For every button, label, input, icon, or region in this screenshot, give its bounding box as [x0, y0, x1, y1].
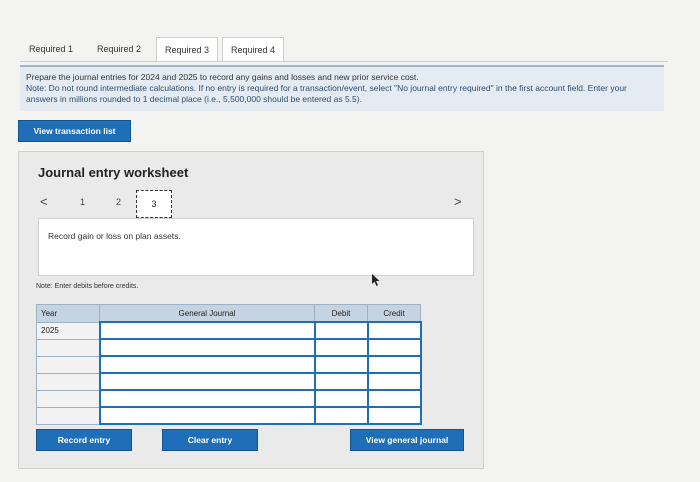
credit-input[interactable]: [366, 338, 422, 357]
worksheet-title: Journal entry worksheet: [38, 165, 189, 180]
table-row: [36, 372, 422, 391]
table-row: [36, 406, 422, 425]
record-entry-button[interactable]: Record entry: [36, 429, 132, 451]
instructions-note: Note: Do not round intermediate calculat…: [26, 83, 627, 104]
table-row: 2025: [36, 321, 422, 340]
tabs-divider: [20, 61, 668, 62]
prev-arrow-icon[interactable]: <: [40, 194, 48, 209]
journal-entry-worksheet: Journal entry worksheet < 1 2 3 > Record…: [18, 151, 484, 469]
tab-required-3[interactable]: Required 3: [156, 37, 218, 61]
credit-input[interactable]: [366, 372, 422, 391]
tab-required-2[interactable]: Required 2: [87, 37, 151, 61]
year-cell: [36, 389, 100, 408]
page-2-button[interactable]: 2: [116, 197, 121, 207]
entry-description: Record gain or loss on plan assets.: [38, 218, 474, 276]
instructions-text: Prepare the journal entries for 2024 and…: [26, 72, 419, 82]
tab-required-1[interactable]: Required 1: [20, 37, 82, 61]
account-input[interactable]: [98, 389, 316, 408]
year-cell: [36, 372, 100, 391]
credit-input[interactable]: [366, 389, 422, 408]
year-cell: [36, 355, 100, 374]
debit-input[interactable]: [313, 338, 369, 357]
page-3-button[interactable]: 3: [136, 190, 172, 218]
view-general-journal-button[interactable]: View general journal: [350, 429, 464, 451]
account-input[interactable]: [98, 321, 316, 340]
instructions-panel: Prepare the journal entries for 2024 and…: [20, 65, 664, 111]
entry-description-text: Record gain or loss on plan assets.: [48, 231, 181, 241]
year-cell: [36, 406, 100, 425]
column-header-general-journal: General Journal: [99, 304, 315, 323]
next-arrow-icon[interactable]: >: [454, 194, 462, 209]
credit-input[interactable]: [366, 355, 422, 374]
debit-input[interactable]: [313, 406, 369, 425]
credit-input[interactable]: [366, 406, 422, 425]
page-1-button[interactable]: 1: [80, 197, 85, 207]
column-header-credit: Credit: [367, 304, 421, 323]
account-input[interactable]: [98, 406, 316, 425]
year-cell: 2025: [36, 321, 100, 340]
credit-input[interactable]: [366, 321, 422, 340]
tab-required-4[interactable]: Required 4: [222, 37, 284, 61]
table-row: [36, 338, 422, 357]
account-input[interactable]: [98, 355, 316, 374]
table-row: [36, 389, 422, 408]
debit-input[interactable]: [313, 321, 369, 340]
debits-credits-note: Note: Enter debits before credits.: [36, 283, 139, 290]
view-transaction-list-button[interactable]: View transaction list: [18, 120, 131, 142]
table-row: [36, 355, 422, 374]
mouse-cursor-icon: [372, 274, 380, 289]
debit-input[interactable]: [313, 355, 369, 374]
year-cell: [36, 338, 100, 357]
journal-table: Year General Journal Debit Credit 2025: [36, 304, 422, 425]
account-input[interactable]: [98, 372, 316, 391]
column-header-debit: Debit: [314, 304, 368, 323]
column-header-year: Year: [36, 304, 100, 323]
debit-input[interactable]: [313, 372, 369, 391]
clear-entry-button[interactable]: Clear entry: [162, 429, 258, 451]
account-input[interactable]: [98, 338, 316, 357]
debit-input[interactable]: [313, 389, 369, 408]
